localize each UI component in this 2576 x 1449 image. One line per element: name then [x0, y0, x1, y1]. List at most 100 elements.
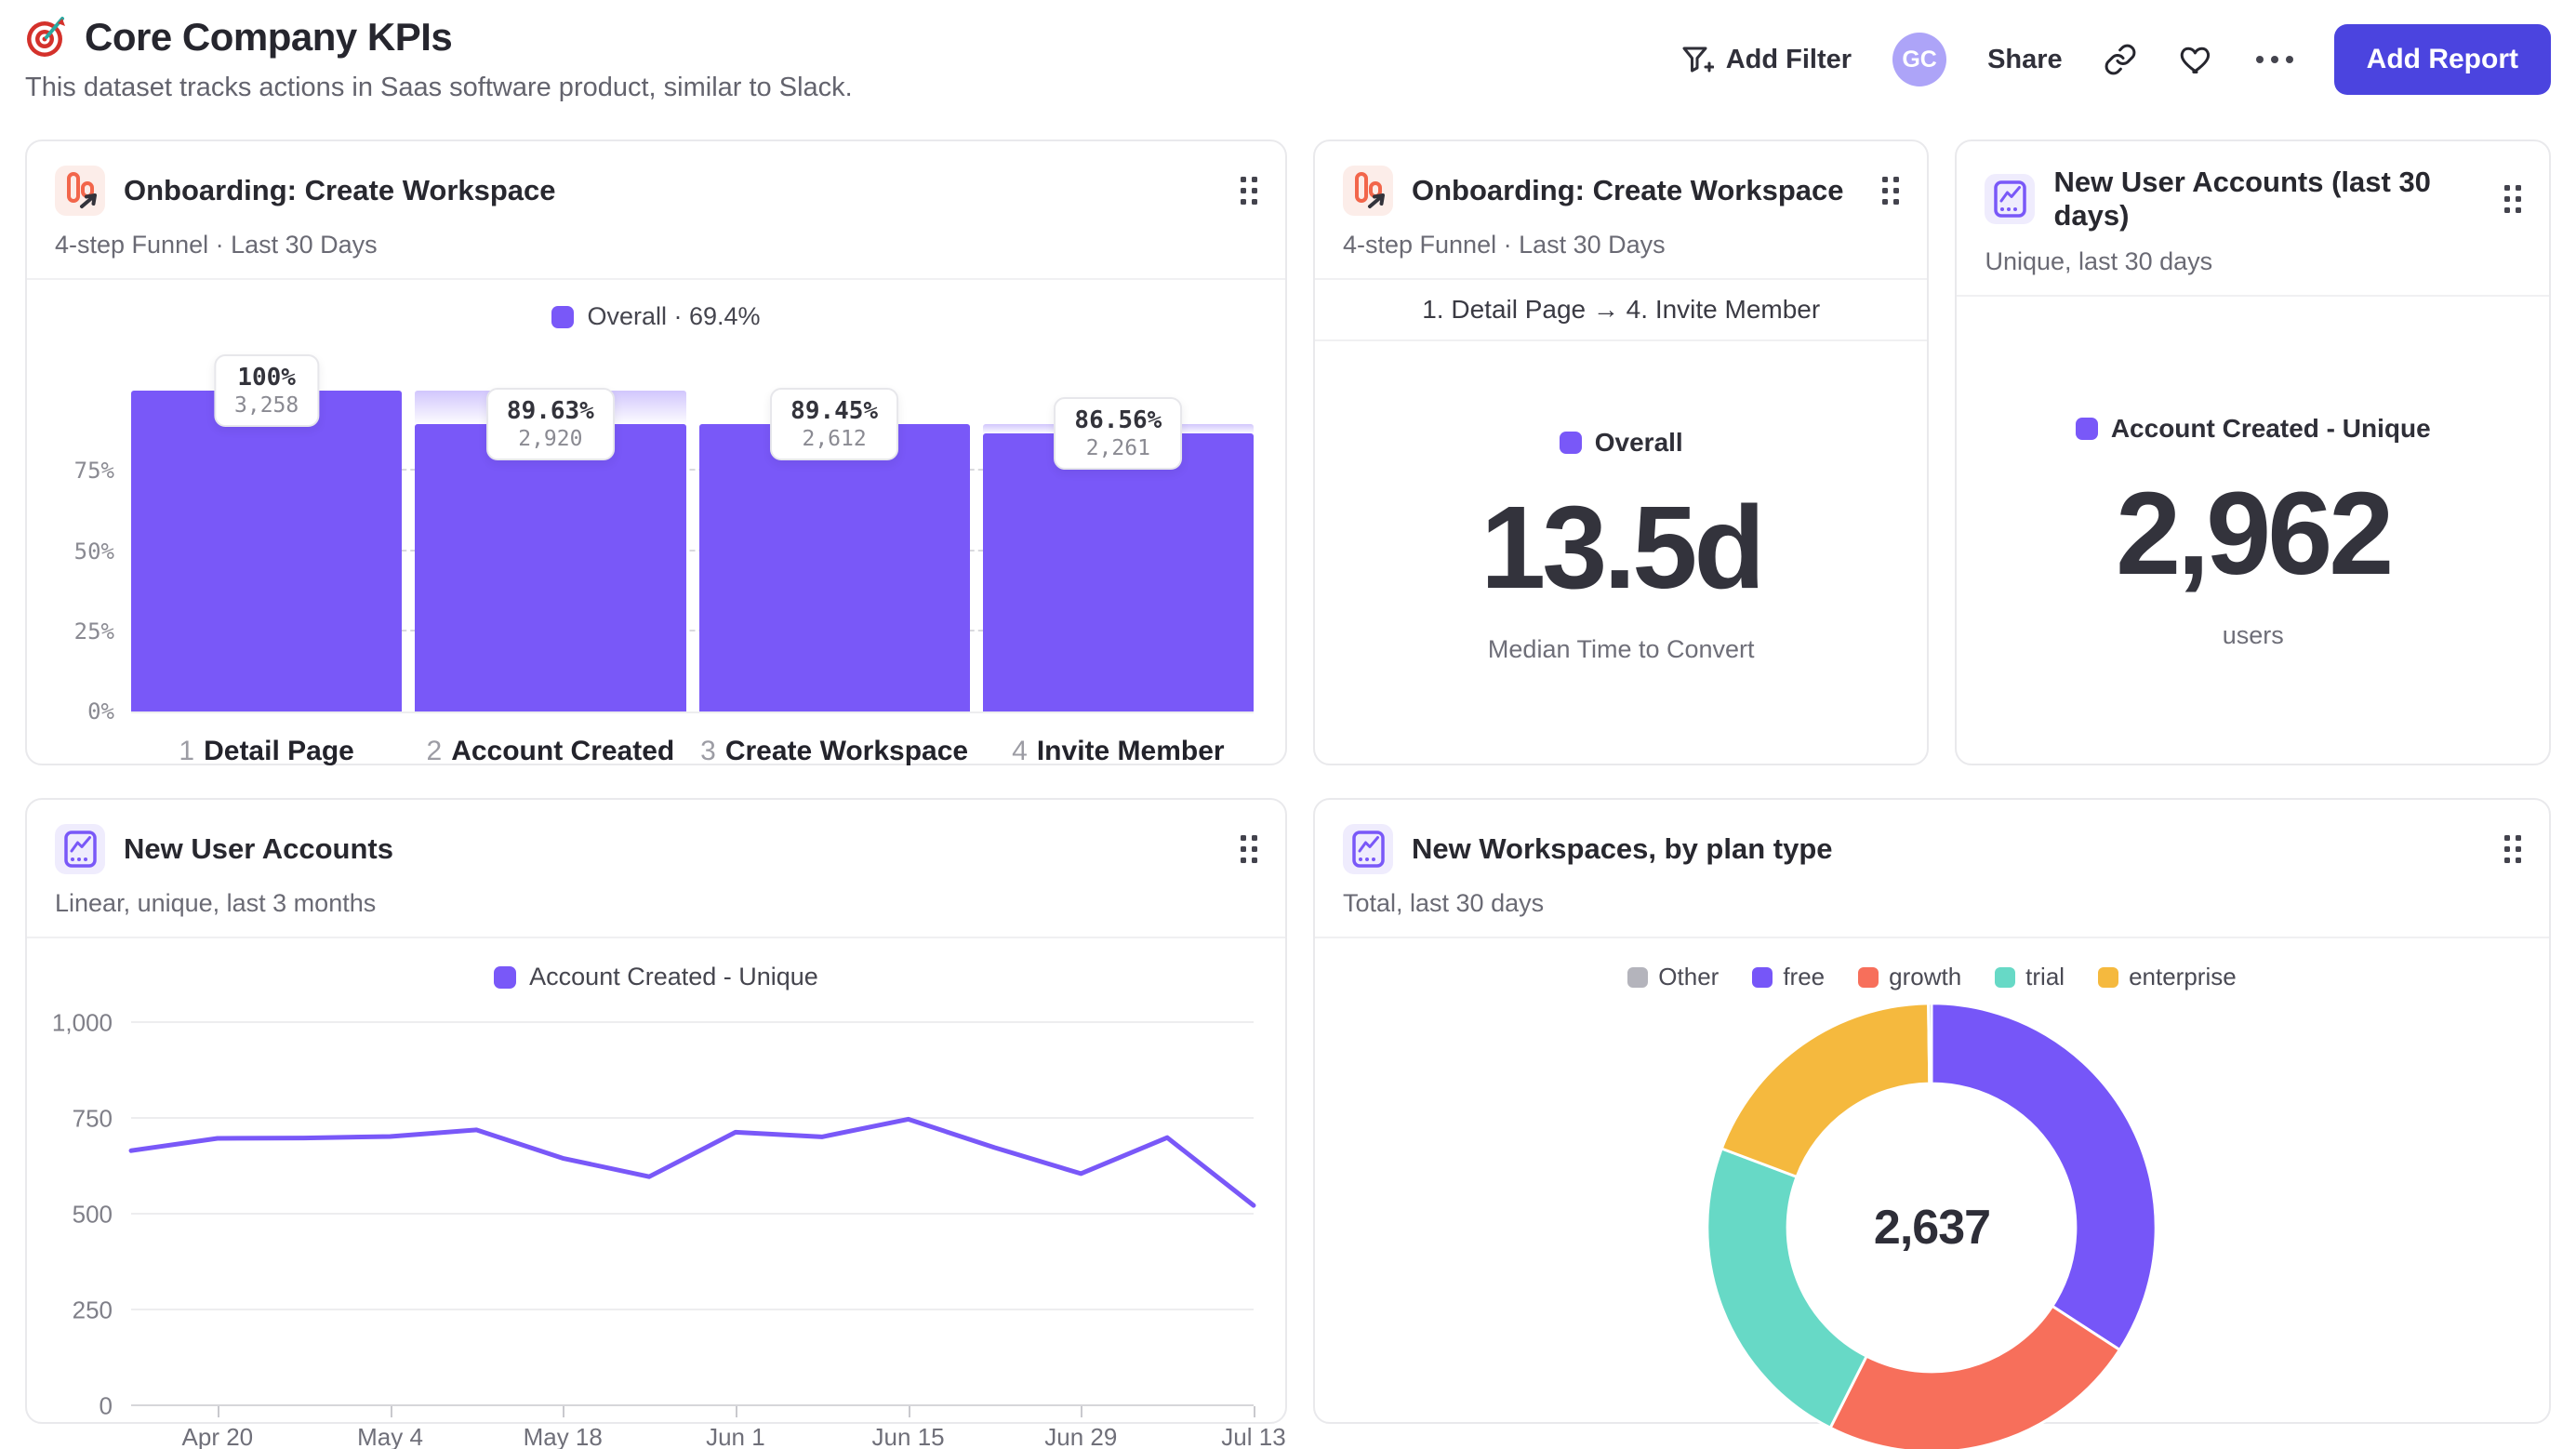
funnel-bars: 100% 3,258 89.63% 2,920 89.45% 2,612 86.56% 2,2…: [131, 354, 1254, 711]
funnel-legend[interactable]: Overall · 69.4%: [27, 302, 1285, 331]
avatar[interactable]: GC: [1892, 33, 1947, 86]
favorite-button[interactable]: [2178, 42, 2215, 77]
funnel-bar-group[interactable]: 89.45% 2,612: [698, 388, 970, 711]
funnel-step-label: 2 Account Created: [426, 736, 675, 766]
funnel-bar-group[interactable]: 89.63% 2,920: [415, 387, 686, 711]
drag-handle-icon[interactable]: [1240, 835, 1257, 863]
funnel-bar[interactable]: [131, 391, 403, 711]
drag-handle-icon[interactable]: [2504, 835, 2521, 863]
more-options-button[interactable]: [2255, 56, 2293, 63]
funnel-bar-group[interactable]: 86.56% 2,261: [982, 391, 1254, 711]
donut-center-value: 2,637: [1873, 1201, 1991, 1255]
legend-item-trial[interactable]: trial: [1995, 963, 2065, 991]
funnel-bars-arrow-icon: [55, 166, 105, 216]
cards-row-1: Onboarding: Create Workspace 4-step Funn…: [25, 140, 2551, 767]
metric-body: Overall 13.5d Median Time to Convert: [1315, 341, 1928, 751]
share-label: Share: [1987, 44, 2063, 74]
heart-icon: [2180, 47, 2210, 73]
copy-link-button[interactable]: [2104, 43, 2137, 76]
y-axis-tick-label: 750: [72, 1104, 113, 1133]
card-title[interactable]: New User Accounts (last 30 days): [2053, 166, 2486, 233]
line-x-labels: Apr 20 May 4 May 18 Jun 1 Jun 15 Jun 29 Jul 13: [131, 1423, 1286, 1449]
legend-swatch: [1559, 432, 1582, 454]
y-axis-tick-label: 0%: [87, 698, 114, 724]
legend-swatch: [551, 305, 575, 328]
x-axis-tick-label: Apr 20: [181, 1423, 254, 1449]
line-chart[interactable]: 0 250 500 750 1,000: [52, 1009, 1256, 1420]
legend-label: Overall · 69.4%: [587, 302, 761, 330]
page-subtitle: This dataset tracks actions in Saas soft…: [25, 73, 853, 102]
legend-label: Overall: [1594, 428, 1683, 457]
x-axis-tick-label: May 18: [523, 1423, 603, 1449]
add-filter-label: Add Filter: [1725, 44, 1852, 74]
bar-count: 2,261: [1085, 436, 1150, 461]
legend-label: Account Created - Unique: [2110, 413, 2431, 443]
x-axis-tick: [390, 1406, 392, 1417]
metric-legend[interactable]: Account Created - Unique: [2075, 413, 2431, 444]
line-chart-icon: [1342, 824, 1393, 874]
y-axis-tick-label: 50%: [73, 538, 114, 565]
funnel-bar[interactable]: [698, 424, 970, 711]
legend-swatch: [2075, 417, 2098, 440]
x-axis-tick-label: Jun 1: [706, 1423, 765, 1449]
card-subtitle: 4-step Funnel · Last 30 Days: [55, 231, 378, 259]
x-axis-tick: [735, 1406, 737, 1417]
title-block: Core Company KPIs This dataset tracks ac…: [25, 15, 853, 103]
link-icon: [2105, 44, 2136, 75]
drag-handle-icon[interactable]: [2504, 185, 2521, 213]
line-chart-icon: [1985, 174, 2036, 224]
funnel-x-labels: 1 Detail Page 2 Account Created 3 Create Work…: [131, 736, 1254, 767]
drag-handle-icon[interactable]: [1240, 177, 1257, 205]
x-axis-tick-label: Jun 15: [871, 1423, 945, 1449]
funnel-bars-arrow-icon: [1342, 166, 1393, 216]
card-new-users-trend: New User Accounts Linear, unique, last 3…: [25, 798, 1287, 1449]
card-title[interactable]: Onboarding: Create Workspace: [124, 174, 556, 207]
legend-item-other[interactable]: Other: [1627, 963, 1719, 991]
legend-swatch: [1752, 966, 1773, 988]
card-title[interactable]: Onboarding: Create Workspace: [1412, 174, 1844, 207]
drag-handle-icon[interactable]: [1882, 177, 1900, 205]
share-button[interactable]: Share: [1987, 45, 2063, 75]
dashboard-page: Core Company KPIs This dataset tracks ac…: [0, 0, 2576, 1449]
bar-value-tooltip: 100% 3,258: [214, 354, 320, 427]
legend-item-enterprise[interactable]: enterprise: [2098, 963, 2237, 991]
y-axis-tick-label: 250: [72, 1296, 113, 1324]
legend-label: free: [1783, 963, 1826, 990]
y-axis-tick-label: 1,000: [51, 1008, 113, 1037]
bar-percent: 86.56%: [1074, 406, 1162, 435]
card-subtitle: Unique, last 30 days: [1985, 247, 2213, 275]
line-chart-icon: [55, 824, 105, 874]
y-axis-tick-label: 25%: [73, 618, 114, 645]
card-new-users-30d: New User Accounts (last 30 days) Unique,…: [1955, 140, 2551, 765]
card-subtitle: Linear, unique, last 3 months: [55, 889, 377, 917]
legend-label: Account Created - Unique: [529, 963, 818, 990]
metric-legend[interactable]: Overall: [1559, 428, 1683, 458]
card-title[interactable]: New User Accounts: [124, 832, 393, 866]
legend-swatch: [1995, 966, 2016, 988]
funnel-bar[interactable]: [415, 423, 686, 711]
legend-swatch: [2098, 966, 2119, 988]
add-report-button[interactable]: Add Report: [2333, 24, 2551, 95]
legend-item-growth[interactable]: growth: [1858, 963, 1961, 991]
metric-body: Account Created - Unique 2,962 users: [1957, 297, 2549, 766]
top-actions: Add Filter GC Share Add Report: [1679, 24, 2551, 95]
filter-plus-icon: [1682, 47, 1714, 73]
line-legend[interactable]: Account Created - Unique: [27, 963, 1285, 991]
donut-card-body: Other free growth trial enterprise 2,637: [1315, 938, 2549, 1449]
donut-legend: Other free growth trial enterprise: [1627, 963, 2237, 991]
legend-item-free[interactable]: free: [1752, 963, 1825, 991]
trend-line[interactable]: [128, 1116, 1256, 1208]
add-filter-button[interactable]: Add Filter: [1679, 42, 1852, 77]
card-header: Onboarding: Create Workspace 4-step Funn…: [27, 141, 1285, 280]
funnel-bar[interactable]: [982, 433, 1254, 711]
card-header: Onboarding: Create Workspace 4-step Funn…: [1314, 141, 1928, 280]
funnel-bar-group[interactable]: 100% 3,258: [131, 354, 403, 711]
legend-swatch: [1858, 966, 1879, 988]
card-title[interactable]: New Workspaces, by plan type: [1412, 832, 1833, 866]
x-axis-tick-label: May 4: [357, 1423, 423, 1449]
y-axis-tick-label: 0: [99, 1391, 113, 1420]
card-workspaces-by-plan: New Workspaces, by plan type Total, last…: [1312, 798, 2551, 1449]
x-axis-tick: [908, 1406, 910, 1417]
bar-count: 3,258: [234, 393, 299, 418]
legend-label: trial: [2025, 963, 2065, 990]
